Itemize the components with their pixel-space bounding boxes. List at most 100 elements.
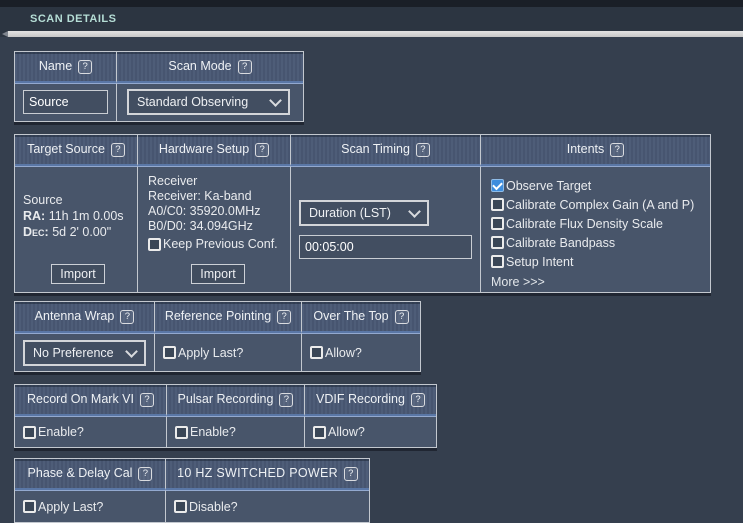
- reference-pointing-label: Apply Last?: [178, 345, 244, 360]
- splitter-arrow-icon: [2, 31, 8, 37]
- import-hardware-button[interactable]: Import: [191, 264, 245, 284]
- target-source-name: Source: [23, 193, 63, 207]
- mark-vi-column-header: Record On Mark VI?: [15, 385, 166, 416]
- calibrate-complex-gain-checkbox[interactable]: [491, 198, 504, 211]
- masthead: SCAN DETAILS: [0, 7, 743, 37]
- help-icon[interactable]: ?: [610, 143, 625, 157]
- scan-main-table: Target Source? Hardware Setup? Scan Timi…: [14, 134, 711, 293]
- over-the-top-column-header: Over The Top?: [301, 302, 420, 333]
- intent-row: Observe Target: [491, 176, 708, 195]
- phase-delay-column-header: Phase & Delay Cal?: [15, 459, 165, 490]
- chevron-down-icon: [408, 205, 421, 218]
- help-icon[interactable]: ?: [277, 310, 292, 324]
- help-icon[interactable]: ?: [255, 143, 270, 157]
- antenna-wrap-select[interactable]: No Preference: [23, 339, 146, 366]
- mark-vi-enable-label: Enable?: [38, 425, 84, 439]
- timing-type-select[interactable]: Duration (LST): [299, 200, 429, 226]
- hardware-receiver: Receiver: Ka-band: [148, 189, 252, 203]
- switched-power-header-label: 10 HZ SWITCHED POWER: [177, 466, 338, 480]
- vdif-recording-header-label: VDIF Recording: [316, 392, 405, 406]
- hardware-setup-header-label: Hardware Setup: [158, 142, 250, 156]
- over-the-top-checkbox[interactable]: [310, 346, 323, 359]
- chevron-down-icon: [125, 344, 138, 358]
- reference-pointing-checkbox[interactable]: [163, 346, 176, 359]
- intent-row: Calibrate Bandpass: [491, 233, 708, 252]
- hardware-setup-cell: Receiver Receiver: Ka-band A0/C0: 35920.…: [138, 167, 290, 292]
- help-icon[interactable]: ?: [138, 467, 153, 481]
- pulsar-enable-label: Enable?: [190, 425, 236, 439]
- more-intents-link[interactable]: More >>>: [491, 275, 545, 289]
- help-icon[interactable]: ?: [78, 60, 93, 74]
- calibrate-flux-density-checkbox[interactable]: [491, 217, 504, 230]
- scan-mode-select[interactable]: Standard Observing: [127, 89, 290, 115]
- switched-power-column-header: 10 HZ SWITCHED POWER?: [165, 459, 369, 490]
- help-icon[interactable]: ?: [120, 310, 135, 324]
- top-strip: [0, 0, 743, 7]
- keep-previous-label: Keep Previous Conf.: [163, 237, 278, 251]
- scan-name-input[interactable]: [23, 90, 108, 114]
- help-icon[interactable]: ?: [394, 310, 409, 324]
- ra-value: 11h 1m 0.00s: [48, 209, 124, 223]
- vdif-recording-column-header: VDIF Recording?: [304, 385, 436, 416]
- intent-row: Setup Intent: [491, 252, 708, 271]
- vdif-allow-checkbox[interactable]: [313, 425, 326, 439]
- antenna-wrap-selected-value: No Preference: [33, 345, 114, 360]
- vdif-allow-label: Allow?: [328, 425, 365, 439]
- help-icon[interactable]: ?: [410, 393, 425, 407]
- hardware-setup-column-header: Hardware Setup?: [137, 135, 290, 166]
- intent-row: Calibrate Flux Density Scale: [491, 214, 708, 233]
- pulsar-enable-checkbox[interactable]: [175, 425, 188, 439]
- antenna-wrap-header-label: Antenna Wrap: [34, 309, 115, 323]
- target-source-header-label: Target Source: [27, 142, 105, 156]
- calibrate-flux-density-label: Calibrate Flux Density Scale: [506, 216, 664, 231]
- calibrate-bandpass-label: Calibrate Bandpass: [506, 235, 616, 250]
- setup-intent-label: Setup Intent: [506, 254, 574, 269]
- target-source-ra: RA: 11h 1m 0.00s: [23, 208, 133, 224]
- target-source-column-header: Target Source?: [15, 135, 137, 166]
- scan-mode-column-header: Scan Mode?: [116, 52, 303, 83]
- ra-label: RA:: [23, 209, 46, 223]
- dec-label: Dec:: [23, 225, 49, 239]
- dec-value: 5d 2' 0.00": [52, 225, 112, 239]
- name-scanmode-table: Name? Scan Mode? Standard Observing: [14, 51, 304, 122]
- import-source-button[interactable]: Import: [51, 264, 105, 284]
- target-source-dec: Dec: 5d 2' 0.00": [23, 224, 133, 240]
- phase-delay-apply-checkbox[interactable]: [23, 500, 36, 513]
- panel-splitter[interactable]: [2, 31, 743, 37]
- help-icon[interactable]: ?: [139, 393, 154, 407]
- setup-intent-checkbox[interactable]: [491, 255, 504, 268]
- pulsar-recording-header-label: Pulsar Recording: [177, 392, 274, 406]
- mark-vi-enable-checkbox[interactable]: [23, 425, 36, 439]
- switched-power-disable-checkbox[interactable]: [174, 500, 187, 513]
- over-the-top-label: Allow?: [325, 345, 362, 360]
- help-icon[interactable]: ?: [110, 143, 125, 157]
- calibration-table: Phase & Delay Cal? 10 HZ SWITCHED POWER?…: [14, 458, 370, 523]
- phase-delay-apply-label: Apply Last?: [38, 499, 104, 514]
- help-icon[interactable]: ?: [237, 60, 252, 74]
- scan-timing-header-label: Scan Timing: [341, 142, 410, 156]
- help-icon[interactable]: ?: [279, 393, 294, 407]
- scan-timing-cell: Duration (LST): [291, 167, 480, 292]
- intent-row: Calibrate Complex Gain (A and P): [491, 195, 708, 214]
- observe-target-label: Observe Target: [506, 178, 592, 193]
- antenna-wrap-column-header: Antenna Wrap?: [15, 302, 154, 333]
- table-row: No Preference Apply Last? Allow?: [15, 333, 420, 371]
- scan-timing-column-header: Scan Timing?: [290, 135, 480, 166]
- table-row: Enable? Enable? Allow?: [15, 416, 436, 447]
- name-column-header: Name?: [15, 52, 116, 83]
- chevron-down-icon: [269, 94, 282, 107]
- scan-mode-selected-value: Standard Observing: [137, 95, 249, 109]
- keep-previous-checkbox[interactable]: [148, 238, 161, 251]
- observe-target-checkbox[interactable]: [491, 179, 504, 192]
- mark-vi-header-label: Record On Mark VI: [27, 392, 134, 406]
- table-row: Apply Last? Disable?: [15, 490, 369, 522]
- phase-delay-header-label: Phase & Delay Cal: [27, 466, 133, 480]
- target-source-cell: Source RA: 11h 1m 0.00s Dec: 5d 2' 0.00"…: [15, 167, 137, 292]
- help-icon[interactable]: ?: [343, 467, 358, 481]
- calibrate-complex-gain-label: Calibrate Complex Gain (A and P): [506, 197, 695, 212]
- switched-power-disable-label: Disable?: [189, 499, 238, 514]
- duration-input[interactable]: [299, 235, 472, 259]
- over-the-top-header-label: Over The Top: [313, 309, 389, 323]
- help-icon[interactable]: ?: [415, 143, 430, 157]
- calibrate-bandpass-checkbox[interactable]: [491, 236, 504, 249]
